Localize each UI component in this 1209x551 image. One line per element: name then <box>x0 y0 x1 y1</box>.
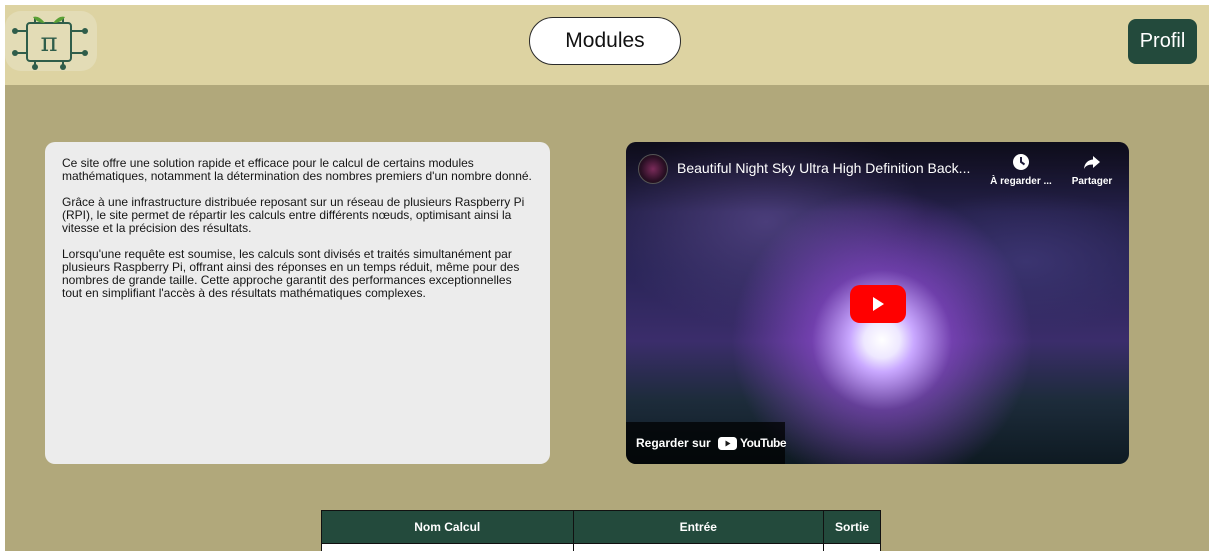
table-cell <box>321 543 574 551</box>
modules-button[interactable]: Modules <box>529 17 681 65</box>
youtube-logo-icon <box>718 437 737 450</box>
raspberry-pi-logo-icon: π <box>12 16 88 70</box>
watch-on-label: Regarder sur <box>636 436 711 450</box>
column-header-sortie[interactable]: Sortie <box>823 510 881 544</box>
youtube-wordmark: YouTube <box>740 436 787 450</box>
clock-icon <box>986 152 1056 172</box>
header: π Modules Profil <box>5 5 1209 85</box>
table-row <box>321 543 881 551</box>
table-cell <box>823 543 881 551</box>
channel-avatar[interactable] <box>638 154 668 184</box>
column-header-entree[interactable]: Entrée <box>572 510 825 544</box>
intro-paragraph: Grâce à une infrastructure distribuée re… <box>62 195 525 235</box>
calculations-table: Nom Calcul Entrée Sortie <box>321 510 881 551</box>
table-cell <box>572 543 825 551</box>
watch-later-button[interactable]: À regarder ... <box>986 152 1056 187</box>
play-icon <box>873 297 884 311</box>
svg-text:π: π <box>40 28 57 58</box>
column-header-nom-calcul[interactable]: Nom Calcul <box>321 510 574 544</box>
play-button[interactable] <box>850 285 906 323</box>
watch-later-label: À regarder ... <box>990 176 1052 187</box>
intro-card: Ce site offre une solution rapide et eff… <box>45 142 550 464</box>
intro-paragraph: Lorsqu'une requête est soumise, les calc… <box>62 247 520 300</box>
intro-paragraph: Ce site offre une solution rapide et eff… <box>62 156 532 183</box>
page: π Modules Profil Ce site offre une solut… <box>5 5 1209 551</box>
share-arrow-icon <box>1066 152 1118 172</box>
share-label: Partager <box>1071 176 1113 187</box>
watch-on-youtube-bar[interactable]: Regarder sur YouTube <box>626 422 787 464</box>
video-title[interactable]: Beautiful Night Sky Ultra High Definitio… <box>677 160 982 178</box>
table-header-row: Nom Calcul Entrée Sortie <box>321 510 881 544</box>
share-button[interactable]: Partager <box>1066 152 1118 187</box>
youtube-video-embed[interactable]: Beautiful Night Sky Ultra High Definitio… <box>626 142 1129 464</box>
profil-button[interactable]: Profil <box>1128 19 1197 64</box>
site-logo[interactable]: π <box>5 11 97 71</box>
